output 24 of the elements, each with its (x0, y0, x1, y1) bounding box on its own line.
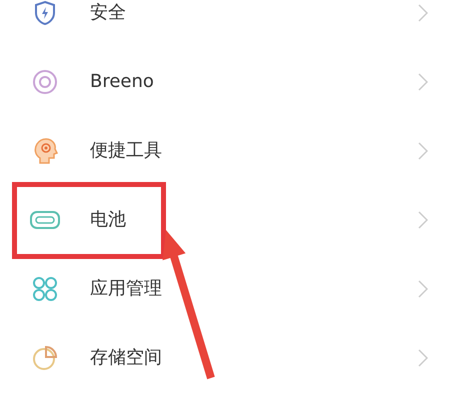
ring-icon (32, 68, 58, 94)
chevron-icon (418, 280, 428, 298)
head-icon (32, 136, 58, 164)
chevron-icon (418, 142, 428, 160)
shield-icon (33, 0, 57, 26)
chevron-icon (418, 210, 428, 228)
settings-item[interactable]: 应用管理 (0, 254, 454, 323)
chevron-icon (418, 72, 428, 90)
settings-item[interactable]: 电池 (0, 185, 454, 254)
settings-item[interactable]: Breeno (0, 47, 454, 116)
settings-item[interactable]: 存储空间 (0, 323, 454, 392)
item-label: 安全 (90, 1, 126, 25)
chevron-icon (418, 348, 428, 366)
settings-item[interactable]: 安全 (0, 0, 454, 47)
item-label: Breeno (90, 70, 154, 94)
item-label: 电池 (90, 208, 126, 232)
apps-icon (32, 276, 58, 302)
item-label: 存储空间 (90, 346, 162, 370)
battery-icon (30, 210, 60, 228)
settings-item[interactable]: 便捷工具 (0, 116, 454, 185)
item-label: 便捷工具 (90, 139, 162, 163)
item-label: 应用管理 (90, 277, 162, 301)
pie-icon (32, 344, 58, 370)
chevron-icon (418, 4, 428, 22)
